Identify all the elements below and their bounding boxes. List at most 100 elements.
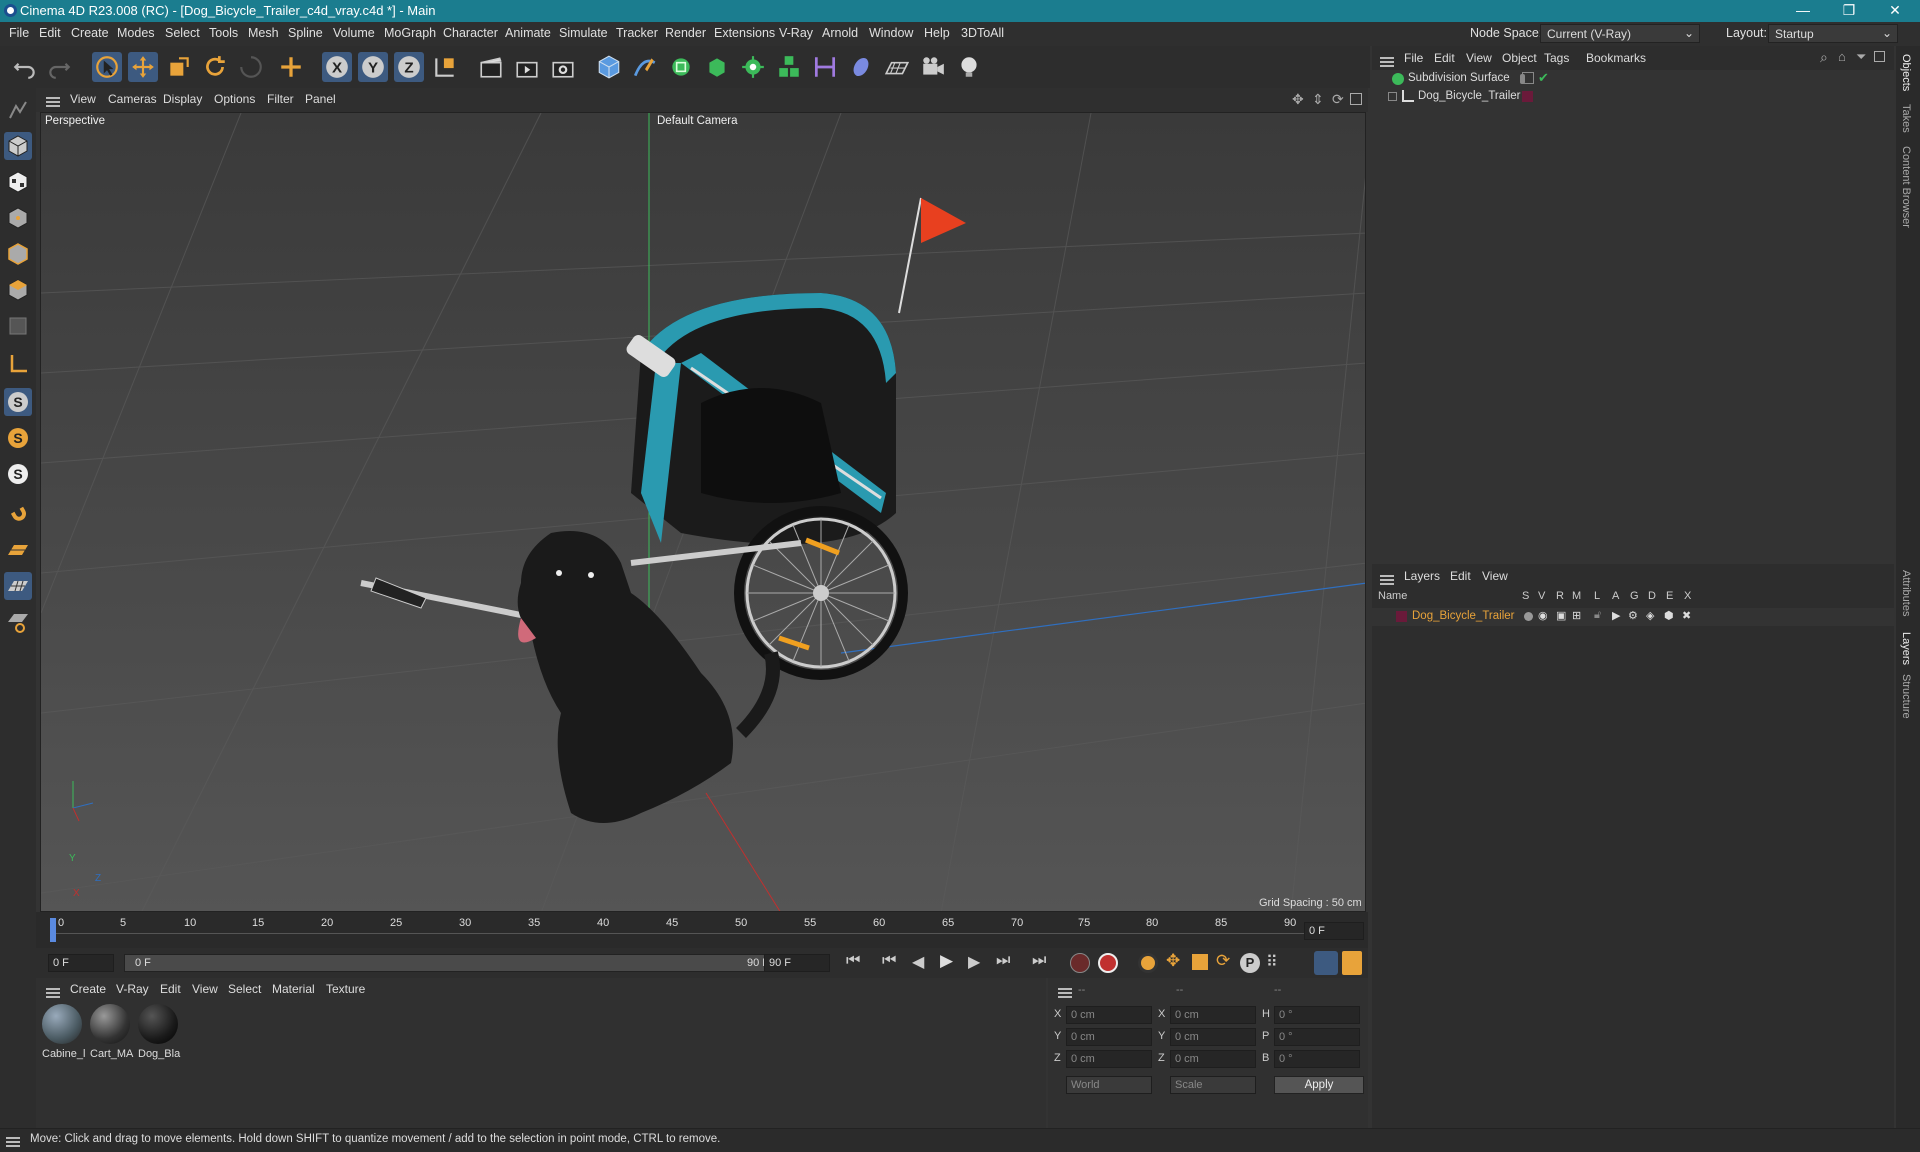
node-space-select[interactable]: Current (V-Ray) ⌄ xyxy=(1540,24,1700,43)
object-name[interactable]: Dog_Bicycle_Trailer xyxy=(1418,90,1520,102)
timeline[interactable]: 0 5 10 15 20 25 30 35 40 45 50 55 60 65 … xyxy=(36,912,1368,948)
layout-select[interactable]: Startup ⌄ xyxy=(1768,24,1898,43)
play-button[interactable]: ▶ xyxy=(940,951,953,971)
size-z-field[interactable]: 0 cm xyxy=(1170,1050,1256,1068)
magnet-button[interactable] xyxy=(4,498,32,526)
position-x-field[interactable]: 0 cm xyxy=(1066,1006,1152,1024)
obj-menu-view[interactable]: View xyxy=(1466,51,1492,65)
generators-icon[interactable]: ⚙ xyxy=(1628,609,1638,622)
menu-modes[interactable]: Modes xyxy=(117,26,155,40)
redo-button[interactable] xyxy=(44,52,74,82)
go-to-start-button[interactable]: ⏮ xyxy=(846,952,860,970)
check-icon[interactable]: ✔ xyxy=(1538,70,1549,86)
z-axis-lock-button[interactable]: Z xyxy=(394,52,424,82)
obj-menu-object[interactable]: Object xyxy=(1502,51,1537,65)
menu-create[interactable]: Create xyxy=(71,26,109,40)
snap-settings-button[interactable]: S xyxy=(4,424,32,452)
pen-tool-button[interactable] xyxy=(630,52,660,82)
menu-file[interactable]: File xyxy=(9,26,29,40)
tab-structure[interactable]: Structure xyxy=(1900,674,1912,719)
lock-icon[interactable]: 🔓︎ xyxy=(1594,609,1601,622)
scale-tool-button[interactable] xyxy=(164,52,194,82)
mat-menu-vray[interactable]: V-Ray xyxy=(116,982,149,996)
key-rotation-icon[interactable]: ⟳ xyxy=(1216,951,1230,971)
tab-layers[interactable]: Layers xyxy=(1900,632,1912,665)
obj-menu-edit[interactable]: Edit xyxy=(1434,51,1455,65)
layer-menu-view[interactable]: View xyxy=(1482,569,1508,583)
size-y-field[interactable]: 0 cm xyxy=(1170,1028,1256,1046)
menu-spline[interactable]: Spline xyxy=(288,26,323,40)
material-swatch[interactable]: Cart_MA xyxy=(90,1004,134,1066)
object-row[interactable]: Subdivision Surface ✔ xyxy=(1372,70,1894,88)
deformers-icon[interactable]: ◈ xyxy=(1646,609,1654,622)
x-axis-lock-button[interactable]: X xyxy=(322,52,352,82)
viewport-zoom-icon[interactable]: ⇕ xyxy=(1312,91,1324,108)
snap-button[interactable]: S xyxy=(4,388,32,416)
tab-objects[interactable]: Objects xyxy=(1900,54,1912,91)
layer-color-swatch[interactable] xyxy=(1396,611,1407,622)
coord-mode-select[interactable]: Scale xyxy=(1170,1076,1256,1094)
make-editable-button[interactable] xyxy=(4,96,32,124)
viewport-menu-panel[interactable]: Panel xyxy=(305,92,336,106)
viewport-rotate-icon[interactable]: ⟳ xyxy=(1332,91,1344,108)
go-to-end-button[interactable]: ⏭ xyxy=(1032,952,1046,970)
key-position-icon[interactable]: ✥ xyxy=(1166,951,1180,971)
object-row[interactable]: Dog_Bicycle_Trailer xyxy=(1372,88,1894,106)
layer-row[interactable]: Dog_Bicycle_Trailer ◉ ▣ ⊞ 🔓︎ ▶ ⚙ ◈ ⬢ ✖ xyxy=(1372,608,1894,626)
previous-key-button[interactable]: ⏮ xyxy=(882,952,896,970)
undo-button[interactable] xyxy=(10,52,40,82)
generator-toggle-icon[interactable] xyxy=(1522,72,1534,84)
coordinate-system-button[interactable] xyxy=(430,52,460,82)
filter-icon[interactable]: ⏷ xyxy=(1856,49,1866,65)
menu-character[interactable]: Character xyxy=(443,26,498,40)
move-tool-button[interactable] xyxy=(128,52,158,82)
object-name[interactable]: Subdivision Surface xyxy=(1408,72,1510,84)
viewport-maximize-icon[interactable] xyxy=(1350,93,1362,105)
points-mode-button[interactable] xyxy=(4,204,32,232)
layer-color-swatch[interactable] xyxy=(1522,91,1533,102)
field-button[interactable] xyxy=(846,52,876,82)
start-frame-field[interactable]: 0 F xyxy=(48,954,114,972)
mat-menu-view[interactable]: View xyxy=(192,982,218,996)
menu-tracker[interactable]: Tracker xyxy=(616,26,658,40)
tab-attributes[interactable]: Attributes xyxy=(1900,570,1912,616)
menu-window[interactable]: Window xyxy=(869,26,913,40)
status-menu-icon[interactable] xyxy=(6,1137,20,1147)
viewport-perspective[interactable]: Perspective Default Camera Y Z X Grid Sp… xyxy=(40,112,1366,912)
workplane-snap-button[interactable]: S xyxy=(4,460,32,488)
menu-mesh[interactable]: Mesh xyxy=(248,26,279,40)
motion-timeline-icon[interactable] xyxy=(1314,951,1338,975)
mat-menu-select[interactable]: Select xyxy=(228,982,261,996)
obj-menu-file[interactable]: File xyxy=(1404,51,1423,65)
rotation-h-field[interactable]: 0 ° xyxy=(1274,1006,1360,1024)
viewport-menu-display[interactable]: Display xyxy=(163,92,202,106)
objects-menu-icon[interactable] xyxy=(1380,57,1394,67)
obj-menu-tags[interactable]: Tags xyxy=(1544,51,1569,65)
coord-system-select[interactable]: World xyxy=(1066,1076,1152,1094)
light-button[interactable] xyxy=(954,52,984,82)
add-tool-button[interactable] xyxy=(276,52,306,82)
viewport-menu-cameras[interactable]: Cameras xyxy=(108,92,157,106)
edges-mode-button[interactable] xyxy=(4,240,32,268)
position-z-field[interactable]: 0 cm xyxy=(1066,1050,1152,1068)
xrefs-icon[interactable]: ✖ xyxy=(1682,609,1691,622)
rotate-tool-button[interactable] xyxy=(200,52,230,82)
floor-button[interactable] xyxy=(882,52,912,82)
menu-select[interactable]: Select xyxy=(165,26,200,40)
size-x-field[interactable]: 0 cm xyxy=(1170,1006,1256,1024)
mograph-button[interactable] xyxy=(774,52,804,82)
manager-icon[interactable]: ⊞ xyxy=(1572,609,1581,622)
next-key-button[interactable]: ⏭ xyxy=(996,952,1010,970)
layer-menu-edit[interactable]: Edit xyxy=(1450,569,1471,583)
subdivision-surface-button[interactable] xyxy=(666,52,696,82)
texture-mode-button[interactable] xyxy=(4,168,32,196)
viewport-menu-options[interactable]: Options xyxy=(214,92,255,106)
expressions-icon[interactable]: ⬢ xyxy=(1664,609,1674,622)
apply-button[interactable]: Apply xyxy=(1274,1076,1364,1094)
menu-extensions[interactable]: Extensions xyxy=(714,26,775,40)
scheme-icon[interactable] xyxy=(1342,951,1362,975)
obj-menu-bookmarks[interactable]: Bookmarks xyxy=(1586,51,1646,65)
y-axis-lock-button[interactable]: Y xyxy=(358,52,388,82)
model-mode-button[interactable] xyxy=(4,132,32,160)
close-button[interactable]: ✕ xyxy=(1872,0,1918,22)
